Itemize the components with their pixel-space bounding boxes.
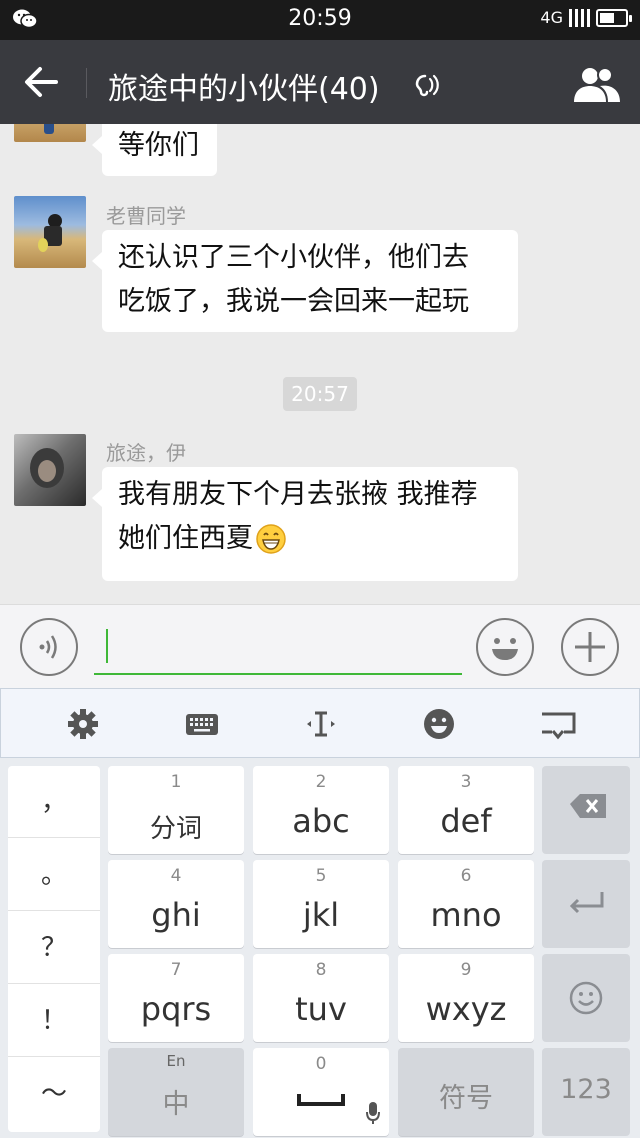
- backspace-icon: [570, 794, 606, 818]
- settings-icon[interactable]: [63, 705, 103, 743]
- enter-icon: [569, 892, 604, 914]
- key-label: 符号: [439, 1083, 493, 1114]
- message-timestamp: 20:57: [283, 377, 357, 411]
- number-key[interactable]: 123: [542, 1048, 630, 1136]
- text-caret: [106, 629, 108, 663]
- message-text: 我有朋友下个月去张掖 我推荐: [118, 479, 478, 510]
- sender-name: 旅途，伊: [106, 441, 186, 465]
- key-number: 6: [460, 866, 472, 886]
- key-label: tuv: [295, 990, 347, 1028]
- status-right: 4G: [540, 8, 632, 27]
- symbol-key[interactable]: 符号: [398, 1048, 534, 1136]
- sender-name: 老曹同学: [106, 204, 186, 228]
- emoji-icon[interactable]: [419, 705, 459, 743]
- battery-icon: [596, 8, 632, 27]
- key-number: 4: [170, 866, 182, 886]
- voice-icon: [39, 635, 57, 659]
- message-text: 还认识了三个小伙伴，他们去: [118, 242, 469, 273]
- smiley-key[interactable]: [542, 954, 630, 1042]
- earpiece-icon: [415, 74, 439, 97]
- keyboard-icon[interactable]: [182, 705, 222, 743]
- status-bar: 20:59 4G: [0, 0, 640, 40]
- avatar[interactable]: [14, 196, 86, 268]
- key-number: 7: [170, 960, 182, 980]
- header-divider: [86, 68, 87, 98]
- key-label: pqrs: [140, 990, 212, 1028]
- emoji-button[interactable]: [476, 618, 534, 676]
- key-4[interactable]: 4 ghi: [108, 860, 244, 948]
- message-text: 等你们: [118, 130, 199, 161]
- chat-title: 旅途中的小伙伴(40): [108, 72, 380, 107]
- chat-header: 旅途中的小伙伴(40): [0, 40, 640, 124]
- key-9[interactable]: 9 wxyz: [398, 954, 534, 1042]
- key-3[interactable]: 3 def: [398, 766, 534, 854]
- key-label: ghi: [151, 896, 201, 934]
- keyboard-hide-icon[interactable]: [538, 705, 578, 743]
- punctuation-column[interactable]: ， 。 ？ ！ ～: [8, 766, 100, 1132]
- voice-button[interactable]: [20, 618, 78, 676]
- more-button[interactable]: [561, 618, 619, 676]
- key-number: 3: [460, 772, 472, 792]
- key-2[interactable]: 2 abc: [253, 766, 389, 854]
- input-bar: [0, 604, 640, 688]
- keyboard-toolbar: [0, 688, 640, 758]
- smiley-icon: [569, 981, 603, 1015]
- key-label: wxyz: [425, 990, 507, 1028]
- enter-key[interactable]: [542, 860, 630, 948]
- key-label: 中: [162, 1089, 190, 1120]
- key-5[interactable]: 5 jkl: [253, 860, 389, 948]
- punct-key[interactable]: ？: [8, 912, 100, 984]
- message-input[interactable]: [94, 621, 462, 675]
- key-7[interactable]: 7 pqrs: [108, 954, 244, 1042]
- key-number: 1: [170, 772, 182, 792]
- space-icon: [297, 1094, 345, 1106]
- key-number: 5: [315, 866, 327, 886]
- keyboard: ， 。 ？ ！ ～ 1 分词 2 abc 3 def 4 ghi 5 jkl 6…: [0, 758, 640, 1138]
- key-number: En: [166, 1052, 186, 1070]
- key-label: jkl: [302, 896, 340, 934]
- key-label: def: [440, 802, 492, 840]
- message-text: 她们住西夏: [118, 523, 253, 554]
- signal-icon: [569, 8, 590, 27]
- key-label: 123: [560, 1074, 612, 1105]
- key-number: 0: [315, 1054, 327, 1074]
- space-key[interactable]: 0: [253, 1048, 389, 1136]
- key-number: 9: [460, 960, 472, 980]
- emoji-icon: [492, 638, 518, 660]
- key-label: abc: [292, 802, 350, 840]
- punct-key[interactable]: 。: [8, 839, 100, 911]
- mic-icon: [366, 1102, 380, 1124]
- message-text: 吃饭了，我说一会回来一起玩: [118, 286, 469, 317]
- backspace-key[interactable]: [542, 766, 630, 854]
- message-bubble[interactable]: 等你们: [92, 124, 217, 176]
- key-label: 分词: [149, 814, 202, 844]
- cursor-icon[interactable]: [301, 705, 341, 743]
- key-number: 2: [315, 772, 327, 792]
- key-label: mno: [430, 896, 502, 934]
- key-6[interactable]: 6 mno: [398, 860, 534, 948]
- punct-key[interactable]: ！: [8, 985, 100, 1057]
- back-arrow-icon[interactable]: [18, 60, 68, 104]
- key-1[interactable]: 1 分词: [108, 766, 244, 854]
- punct-key[interactable]: ～: [8, 1058, 100, 1130]
- chat-area[interactable]: 等你们 老曹同学 还认识了三个小伙伴，他们去 吃饭了，我说一会回来一起玩 20:…: [0, 124, 640, 604]
- message-bubble[interactable]: 我有朋友下个月去张掖 我推荐 她们住西夏: [92, 467, 518, 581]
- message-bubble[interactable]: 还认识了三个小伙伴，他们去 吃饭了，我说一会回来一起玩: [92, 230, 518, 332]
- network-label: 4G: [540, 8, 563, 27]
- grin-emoji-icon: [256, 524, 286, 554]
- language-key[interactable]: En 中: [108, 1048, 244, 1136]
- group-members-icon[interactable]: [570, 64, 624, 104]
- punct-key[interactable]: ，: [8, 766, 100, 838]
- key-8[interactable]: 8 tuv: [253, 954, 389, 1042]
- avatar[interactable]: [14, 434, 86, 506]
- plus-icon: [575, 632, 605, 662]
- key-number: 8: [315, 960, 327, 980]
- avatar[interactable]: [14, 124, 86, 142]
